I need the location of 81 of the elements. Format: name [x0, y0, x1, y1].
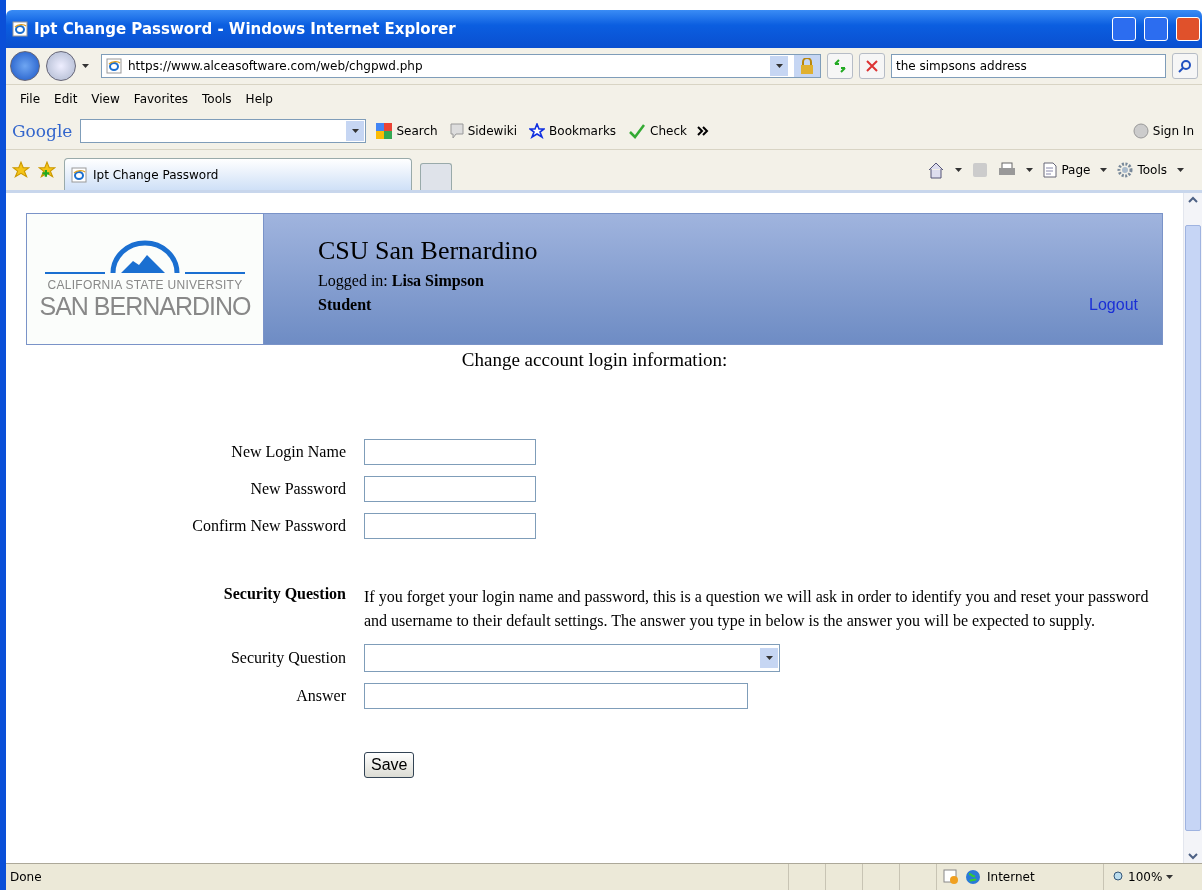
toolbar-button[interactable]: Check: [626, 121, 690, 141]
toolbar-button[interactable]: Search: [374, 121, 440, 141]
field-label: Confirm New Password: [191, 517, 346, 535]
scrollbar[interactable]: [1183, 193, 1202, 863]
site-title: CSU San Bernardino: [318, 236, 539, 266]
security-note: If you forget your login name and password, this is a question we will ask in order to identify you and reset your password and username to their default settings. The answer you type in below is the answer you will be expected to supply.: [364, 587, 1150, 632]
page-icon: [71, 166, 87, 183]
home-dropdown-icon[interactable]: [955, 168, 963, 172]
circle-icon: [1132, 123, 1149, 139]
zoom-level[interactable]: 100%: [1128, 870, 1163, 884]
google-logo: Google: [12, 121, 73, 141]
dropdown-arrow-icon[interactable]: [765, 656, 773, 660]
logo-text: CALIFORNIA STATE UNIVERSITY: [47, 277, 243, 292]
logged-in-text: Logged in: Lisa Simpson: [318, 272, 485, 290]
window-title: Ipt Change Password - Windows Internet Explorer: [34, 20, 457, 38]
dropdown-arrow-icon[interactable]: [1177, 168, 1184, 172]
back-button[interactable]: [10, 51, 40, 81]
address-bar[interactable]: https://www.alceasoftware.com/web/chgpwd.php: [101, 54, 821, 78]
close-icon: [866, 60, 878, 72]
print-dropdown-icon[interactable]: [1026, 168, 1034, 172]
printer-icon[interactable]: [998, 162, 1017, 178]
toolbar-button[interactable]: Sidewiki: [447, 121, 520, 141]
command-button[interactable]: Tools: [1117, 162, 1167, 178]
field-label: New Password: [249, 480, 346, 498]
field-label: Answer: [295, 687, 346, 705]
page-icon: [106, 58, 122, 74]
section-label: Security Question: [222, 585, 346, 603]
menu-item[interactable]: View: [91, 92, 120, 106]
minimize-button[interactable]: [1112, 17, 1136, 41]
input-field[interactable]: [364, 476, 536, 502]
page-heading: Change account login information:: [460, 349, 729, 371]
menu-item[interactable]: Help: [245, 92, 273, 106]
refresh-button[interactable]: [827, 53, 853, 79]
field-label: Security Question: [229, 649, 346, 667]
history-dropdown-icon[interactable]: [82, 64, 89, 68]
search-field[interactable]: the simpsons address: [891, 54, 1166, 78]
user-role: Student: [318, 296, 372, 314]
save-button[interactable]: Save: [364, 752, 415, 778]
dropdown-arrow-icon[interactable]: [775, 64, 783, 68]
speech-bubble-icon: [449, 123, 464, 139]
input-field[interactable]: [364, 683, 748, 709]
logo-text: SAN BERNARDINO: [39, 293, 251, 319]
status-text: Done: [9, 870, 43, 884]
dropdown-arrow-icon[interactable]: [1100, 168, 1108, 172]
menu-item[interactable]: File: [20, 92, 41, 106]
padlock-icon: [800, 58, 814, 74]
zoom-dropdown-icon[interactable]: [1166, 875, 1174, 879]
maximize-button[interactable]: [1144, 17, 1168, 41]
input-field[interactable]: [364, 513, 536, 539]
page-icon: [1043, 162, 1058, 178]
menu-item[interactable]: Edit: [54, 92, 78, 106]
forward-button[interactable]: [46, 51, 76, 81]
menu-item[interactable]: Favorites: [133, 92, 189, 106]
chevron-icon[interactable]: [697, 126, 710, 136]
home-icon[interactable]: [927, 161, 946, 179]
globe-icon: [965, 869, 981, 885]
star-icon: [529, 123, 546, 139]
browser-tab[interactable]: Ipt Change Password: [64, 158, 412, 190]
close-button[interactable]: [1176, 17, 1200, 41]
field-label: New Login Name: [230, 443, 346, 461]
menu-item[interactable]: Tools: [202, 92, 232, 106]
favorites-star-icon[interactable]: [12, 161, 30, 179]
security-zone: Internet: [987, 870, 1035, 884]
refresh-icon: [833, 59, 847, 73]
toolbar-button[interactable]: Sign In: [1130, 121, 1196, 141]
warning-icon: [943, 869, 959, 885]
google-search-field[interactable]: [80, 119, 367, 143]
mountain-arch-icon: [45, 239, 245, 276]
google-icon: [376, 123, 393, 139]
toolbar-button[interactable]: Bookmarks: [527, 121, 619, 141]
gear-icon: [1117, 162, 1134, 178]
dropdown-arrow-icon[interactable]: [351, 129, 359, 133]
spell-check-icon: [628, 123, 647, 139]
search-button[interactable]: [1172, 53, 1198, 79]
input-field[interactable]: [364, 439, 536, 465]
command-button[interactable]: Page: [1043, 162, 1091, 178]
page-icon: [12, 21, 28, 37]
stop-button[interactable]: [859, 53, 885, 79]
search-icon: [1178, 59, 1192, 73]
add-favorite-icon[interactable]: [38, 161, 56, 179]
zoom-icon[interactable]: [1112, 871, 1124, 883]
